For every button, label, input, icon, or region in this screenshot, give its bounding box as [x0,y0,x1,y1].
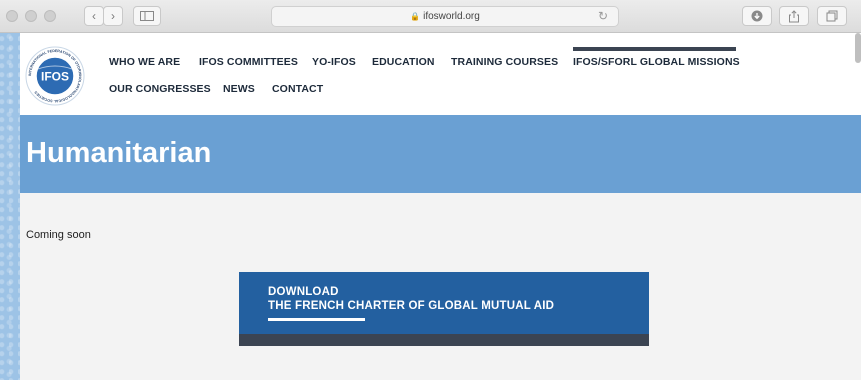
download-icon [751,10,763,22]
nav-education[interactable]: EDUCATION [372,56,435,68]
page-hero-banner: Humanitarian [20,115,861,193]
back-button[interactable]: ‹ [84,6,104,26]
nav-active-indicator [573,47,736,51]
download-label: DOWNLOAD [268,286,339,298]
sidebar-icon [140,11,154,21]
chevron-right-icon: › [111,9,115,23]
nav-contact[interactable]: CONTACT [272,83,323,95]
browser-toolbar: ‹ › 🔒 ifosworld.org ↻ [0,0,861,33]
tabs-icon [826,10,838,22]
site-header: IFOS INTERNATIONAL FEDERATION OF OTORHIN… [20,33,861,115]
nav-ifos-committees[interactable]: IFOS COMMITTEES [199,56,298,68]
nav-global-missions[interactable]: IFOS/SFORL GLOBAL MISSIONS [573,56,740,68]
close-window-icon[interactable] [6,10,18,22]
address-bar[interactable]: 🔒 ifosworld.org ↻ [271,6,619,27]
maximize-window-icon[interactable] [44,10,56,22]
nav-news[interactable]: NEWS [223,83,255,95]
page-scrollbar[interactable] [855,33,861,63]
logo-text: IFOS [41,70,69,84]
download-bottom-bar [239,334,649,346]
nav-our-congresses[interactable]: OUR CONGRESSES [109,83,211,95]
charter-title: THE FRENCH CHARTER OF GLOBAL MUTUAL AID [268,300,555,312]
web-page: IFOS INTERNATIONAL FEDERATION OF OTORHIN… [20,33,861,380]
download-underline [268,318,365,321]
sidebar-button[interactable] [133,6,161,26]
ifos-logo[interactable]: IFOS INTERNATIONAL FEDERATION OF OTORHIN… [24,45,86,107]
nav-training-courses[interactable]: TRAINING COURSES [451,56,558,68]
share-button[interactable] [779,6,809,26]
chevron-left-icon: ‹ [92,9,96,23]
address-url: ifosworld.org [423,11,480,22]
minimize-window-icon[interactable] [25,10,37,22]
page-title: Humanitarian [26,137,212,169]
downloads-button[interactable] [742,6,772,26]
share-icon [789,9,799,22]
nav-who-we-are[interactable]: WHO WE ARE [109,56,180,68]
nav-yo-ifos[interactable]: YO-IFOS [312,56,356,68]
lock-icon: 🔒 [410,12,421,21]
coming-soon-text: Coming soon [26,229,91,241]
reload-icon[interactable]: ↻ [598,9,608,23]
forward-button[interactable]: › [103,6,123,26]
tabs-button[interactable] [817,6,847,26]
download-charter-button[interactable]: DOWNLOAD THE FRENCH CHARTER OF GLOBAL MU… [239,272,649,346]
